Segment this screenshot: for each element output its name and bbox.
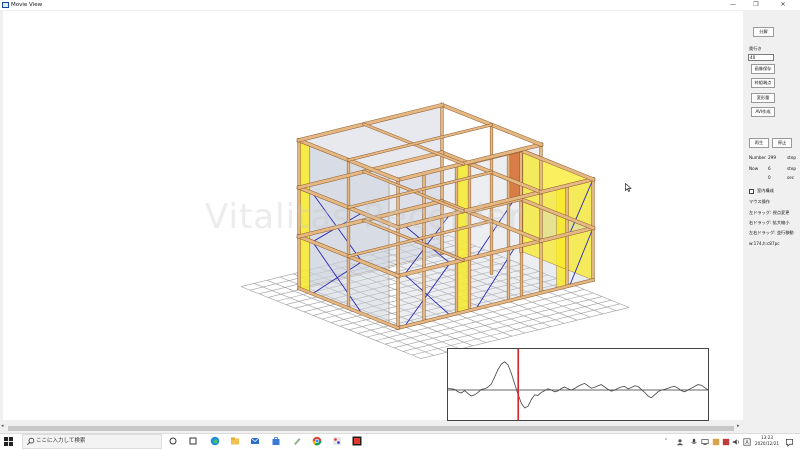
frame-endpoint-button[interactable]: 枠組端点 — [751, 78, 775, 88]
ime-icon[interactable]: A — [743, 438, 751, 446]
mouse-help-left: 左ドラッグ: 視点変更 — [749, 210, 790, 215]
taskbar-clock[interactable]: 13:23 2020/12/21 — [752, 435, 782, 447]
front-yellow-panel — [456, 258, 470, 314]
number-unit: step — [787, 155, 797, 160]
save-image-button[interactable]: 画像保存 — [751, 64, 775, 74]
indoor-layout-checkbox[interactable] — [749, 189, 754, 194]
notification-icon[interactable] — [785, 438, 794, 447]
paint-icon[interactable] — [292, 436, 302, 446]
mouse-help-right: 右ドラッグ: 拡大縮小 — [749, 220, 790, 225]
now-unit: step — [787, 166, 797, 171]
volume-icon[interactable] — [732, 438, 740, 446]
mouse-help-heading: マウス操作 — [749, 199, 770, 204]
multitask-icon[interactable] — [188, 436, 198, 446]
maximize-button[interactable]: ❐ — [745, 0, 767, 10]
search-icon — [27, 437, 35, 446]
time-value: 0 — [768, 175, 771, 180]
clock-date: 2020/12/21 — [754, 441, 780, 446]
time-unit: sec — [787, 175, 795, 180]
network-tray-icon[interactable] — [701, 438, 709, 446]
stop-button[interactable]: 停止 — [772, 138, 792, 148]
waveform-line — [447, 361, 709, 409]
app-launcher-icon[interactable] — [332, 436, 342, 446]
depth-input[interactable]: 40 — [748, 54, 774, 61]
mail-icon[interactable] — [250, 436, 260, 446]
number-value: 299 — [768, 155, 776, 160]
left-yellow-panel — [298, 236, 310, 293]
scrollbar-thumb[interactable] — [8, 426, 734, 431]
number-label: Number — [749, 155, 766, 160]
minimize-button[interactable]: — — [722, 0, 744, 10]
avi-create-button[interactable]: AVI作成 — [751, 107, 775, 117]
mouse-cursor-icon — [625, 182, 632, 194]
task-view-icon[interactable] — [168, 436, 178, 446]
close-button[interactable]: ✕ — [772, 0, 794, 10]
separate-button[interactable]: 分解 — [753, 27, 774, 37]
title-bar[interactable]: Movie View — ❐ ✕ — [0, 0, 800, 10]
waveform-panel[interactable] — [447, 348, 709, 421]
play-button[interactable]: 再生 — [749, 138, 769, 148]
scroll-left-arrow-icon[interactable]: ◂ — [1, 423, 4, 429]
window-title: Movie View — [11, 2, 43, 8]
security-tray-icon[interactable] — [722, 438, 730, 446]
deformation-button[interactable]: 変形量 — [751, 93, 775, 103]
app-tray-icon[interactable] — [712, 438, 720, 446]
microphone-icon[interactable] — [690, 438, 698, 446]
store-icon[interactable] — [271, 436, 281, 446]
scroll-right-arrow-icon[interactable]: ▸ — [737, 423, 740, 429]
edge-browser-icon[interactable] — [210, 436, 220, 446]
chrome-icon[interactable] — [312, 436, 322, 446]
search-placeholder: ここに入力して検索 — [36, 438, 86, 444]
user-tray-icon[interactable] — [676, 438, 684, 446]
tray-overflow-icon[interactable]: ⌃ — [664, 438, 668, 444]
media-app-icon[interactable] — [352, 436, 362, 446]
now-value: 6 — [768, 166, 771, 171]
indoor-layout-label: 室内構成 — [757, 188, 774, 193]
seismic-waveform — [447, 349, 709, 420]
depth-label: 奥行き — [749, 46, 762, 51]
mouse-help-both: 左右ドラッグ: 並行移動 — [749, 230, 794, 235]
file-explorer-icon[interactable] — [230, 436, 240, 446]
windows-start-icon[interactable] — [4, 437, 13, 446]
now-label: Now — [749, 166, 759, 171]
view-status-text: w:174,h:c87pc — [749, 241, 780, 246]
watermark-text: Vitalitas Recorder — [205, 197, 524, 237]
app-window-icon — [2, 2, 9, 8]
